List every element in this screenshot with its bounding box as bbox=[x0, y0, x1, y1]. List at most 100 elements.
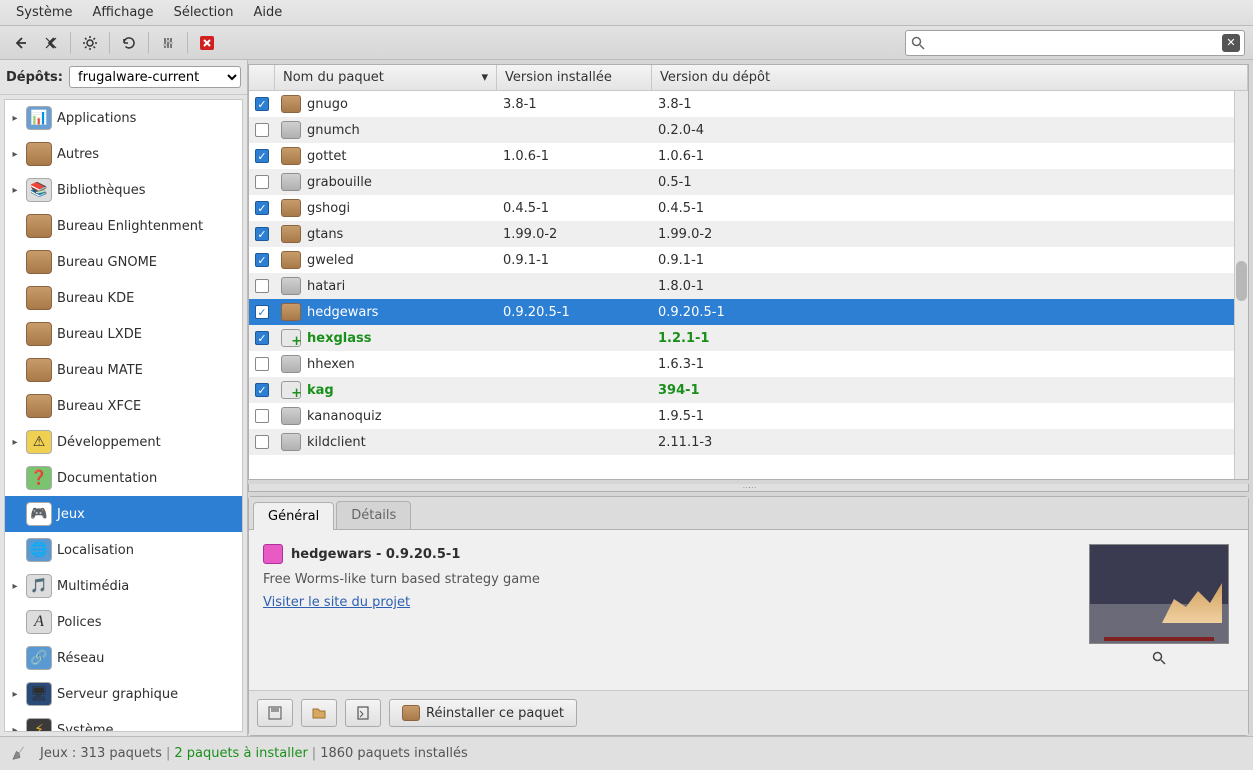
sidebar-item-label: Autres bbox=[57, 147, 99, 162]
col-repo[interactable]: Version du dépôt bbox=[652, 65, 1248, 90]
broom-icon[interactable] bbox=[10, 744, 30, 764]
gear-button[interactable] bbox=[77, 30, 103, 56]
table-row[interactable]: hedgewars 0.9.20.5-1 0.9.20.5-1 bbox=[249, 299, 1248, 325]
sidebar-item-autres[interactable]: ▸ Autres bbox=[5, 136, 242, 172]
col-name[interactable]: Nom du paquet▾ bbox=[275, 65, 497, 90]
row-checkbox[interactable] bbox=[255, 123, 269, 137]
table-row[interactable]: grabouille 0.5-1 bbox=[249, 169, 1248, 195]
col-check[interactable] bbox=[249, 65, 275, 90]
back-button[interactable] bbox=[8, 30, 34, 56]
sidebar-item-polices[interactable]: APolices bbox=[5, 604, 242, 640]
refresh-button[interactable] bbox=[116, 30, 142, 56]
tab-details[interactable]: Détails bbox=[336, 501, 411, 529]
search-box[interactable]: ✕ bbox=[905, 30, 1245, 56]
action-folder-button[interactable] bbox=[301, 699, 337, 727]
category-icon bbox=[25, 212, 53, 240]
action-save-button[interactable] bbox=[257, 699, 293, 727]
sidebar-item-réseau[interactable]: 🔗Réseau bbox=[5, 640, 242, 676]
menu-selection[interactable]: Sélection bbox=[164, 1, 244, 24]
action-script-button[interactable] bbox=[345, 699, 381, 727]
app-icon bbox=[263, 544, 283, 564]
scrollbar[interactable] bbox=[1234, 91, 1248, 479]
scroll-thumb[interactable] bbox=[1236, 261, 1247, 301]
table-row[interactable]: kildclient 2.11.1-3 bbox=[249, 429, 1248, 455]
row-checkbox[interactable] bbox=[255, 357, 269, 371]
table-row[interactable]: kananoquiz 1.9.5-1 bbox=[249, 403, 1248, 429]
sidebar-item-bureau-mate[interactable]: Bureau MATE bbox=[5, 352, 242, 388]
table-row[interactable]: hatari 1.8.0-1 bbox=[249, 273, 1248, 299]
sidebar-item-documentation[interactable]: ❓Documentation bbox=[5, 460, 242, 496]
sidebar-item-bureau-enlightenment[interactable]: Bureau Enlightenment bbox=[5, 208, 242, 244]
sidebar-item-bureau-kde[interactable]: Bureau KDE bbox=[5, 280, 242, 316]
expand-icon[interactable]: ▸ bbox=[9, 113, 21, 124]
toolbar: ✕ bbox=[0, 26, 1253, 60]
sidebar-item-bureau-lxde[interactable]: Bureau LXDE bbox=[5, 316, 242, 352]
category-icon: 🖥 bbox=[25, 680, 53, 708]
expand-icon[interactable]: ▸ bbox=[9, 437, 21, 448]
menu-help[interactable]: Aide bbox=[243, 1, 292, 24]
menu-system[interactable]: Système bbox=[6, 1, 82, 24]
zoom-icon[interactable] bbox=[1151, 650, 1167, 666]
repo-version: 1.0.6-1 bbox=[652, 149, 1248, 164]
table-row[interactable]: gnugo 3.8-1 3.8-1 bbox=[249, 91, 1248, 117]
row-checkbox[interactable] bbox=[255, 201, 269, 215]
table-row[interactable]: gshogi 0.4.5-1 0.4.5-1 bbox=[249, 195, 1248, 221]
package-icon bbox=[402, 705, 420, 721]
table-row[interactable]: gottet 1.0.6-1 1.0.6-1 bbox=[249, 143, 1248, 169]
expand-icon[interactable]: ▸ bbox=[9, 185, 21, 196]
splitter[interactable] bbox=[248, 484, 1249, 492]
sidebar-item-bibliothèques[interactable]: ▸📚Bibliothèques bbox=[5, 172, 242, 208]
sidebar-item-applications[interactable]: ▸📊Applications bbox=[5, 100, 242, 136]
row-checkbox[interactable] bbox=[255, 409, 269, 423]
table-row[interactable]: gnumch 0.2.0-4 bbox=[249, 117, 1248, 143]
search-input[interactable] bbox=[926, 35, 1222, 50]
installed-version: 3.8-1 bbox=[497, 97, 652, 112]
row-checkbox[interactable] bbox=[255, 253, 269, 267]
row-checkbox[interactable] bbox=[255, 279, 269, 293]
sidebar-item-multimédia[interactable]: ▸🎵Multimédia bbox=[5, 568, 242, 604]
reinstall-button[interactable]: Réinstaller ce paquet bbox=[389, 699, 577, 727]
project-link[interactable]: Visiter le site du projet bbox=[263, 595, 410, 610]
row-checkbox[interactable] bbox=[255, 435, 269, 449]
sidebar-item-bureau-xfce[interactable]: Bureau XFCE bbox=[5, 388, 242, 424]
table-row[interactable]: hhexen 1.6.3-1 bbox=[249, 351, 1248, 377]
status-text: Jeux : 313 paquets|2 paquets à installer… bbox=[40, 746, 468, 761]
row-checkbox[interactable] bbox=[255, 175, 269, 189]
search-clear-icon[interactable]: ✕ bbox=[1222, 34, 1240, 52]
row-checkbox[interactable] bbox=[255, 149, 269, 163]
table-row[interactable]: kag 394-1 bbox=[249, 377, 1248, 403]
sidebar-item-localisation[interactable]: 🌐Localisation bbox=[5, 532, 242, 568]
expand-icon[interactable]: ▸ bbox=[9, 689, 21, 700]
row-checkbox[interactable] bbox=[255, 383, 269, 397]
expand-icon[interactable]: ▸ bbox=[9, 581, 21, 592]
row-checkbox[interactable] bbox=[255, 331, 269, 345]
row-checkbox[interactable] bbox=[255, 97, 269, 111]
clear-back-button[interactable] bbox=[38, 30, 64, 56]
row-checkbox[interactable] bbox=[255, 305, 269, 319]
screenshot-thumbnail[interactable] bbox=[1089, 544, 1229, 644]
close-button[interactable] bbox=[194, 30, 220, 56]
sidebar-item-serveur-graphique[interactable]: ▸🖥Serveur graphique bbox=[5, 676, 242, 712]
expand-icon[interactable]: ▸ bbox=[9, 725, 21, 733]
detail-panel: Général Détails hedgewars - 0.9.20.5-1 F… bbox=[248, 496, 1249, 736]
repo-version: 0.9.1-1 bbox=[652, 253, 1248, 268]
sidebar-item-label: Bibliothèques bbox=[57, 183, 146, 198]
sliders-button[interactable] bbox=[155, 30, 181, 56]
installed-version: 1.0.6-1 bbox=[497, 149, 652, 164]
sidebar-item-système[interactable]: ▸⚡Système bbox=[5, 712, 242, 732]
tab-general[interactable]: Général bbox=[253, 502, 334, 530]
row-checkbox[interactable] bbox=[255, 227, 269, 241]
table-row[interactable]: gtans 1.99.0-2 1.99.0-2 bbox=[249, 221, 1248, 247]
category-tree[interactable]: ▸📊Applications▸Autres▸📚BibliothèquesBure… bbox=[4, 99, 243, 732]
expand-icon[interactable]: ▸ bbox=[9, 149, 21, 160]
table-row[interactable]: gweled 0.9.1-1 0.9.1-1 bbox=[249, 247, 1248, 273]
table-row[interactable]: hexglass 1.2.1-1 bbox=[249, 325, 1248, 351]
sidebar-item-bureau-gnome[interactable]: Bureau GNOME bbox=[5, 244, 242, 280]
col-installed[interactable]: Version installée bbox=[497, 65, 652, 90]
sidebar-item-développement[interactable]: ▸⚠Développement bbox=[5, 424, 242, 460]
depot-select[interactable]: frugalware-current bbox=[69, 66, 241, 88]
menu-view[interactable]: Affichage bbox=[82, 1, 163, 24]
sidebar-item-label: Jeux bbox=[57, 507, 85, 522]
sidebar-item-label: Localisation bbox=[57, 543, 134, 558]
sidebar-item-jeux[interactable]: 🎮Jeux bbox=[5, 496, 242, 532]
